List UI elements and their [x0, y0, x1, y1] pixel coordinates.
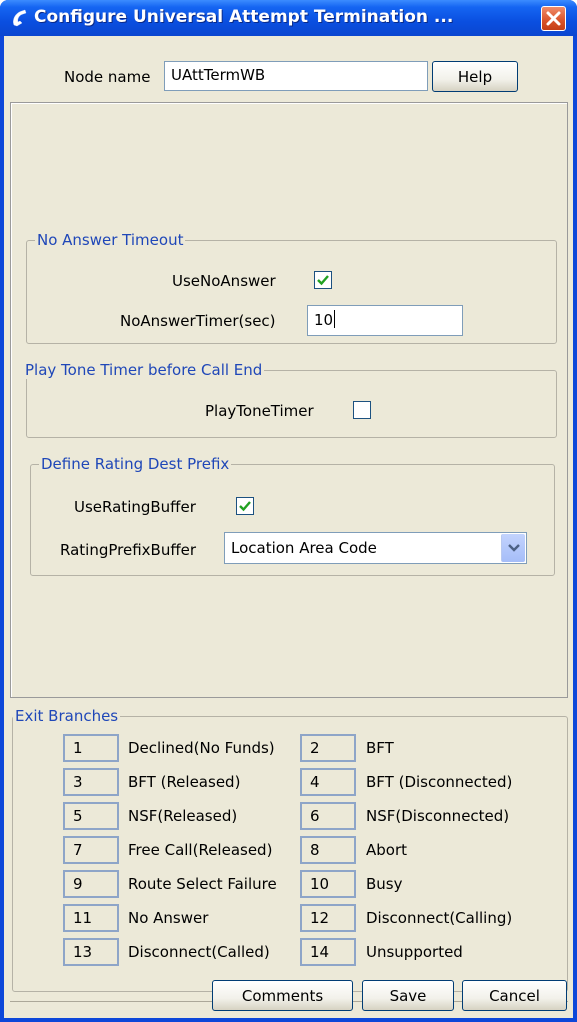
exit-branch-number: 7 [63, 836, 119, 864]
window-title: Configure Universal Attempt Termination … [34, 7, 454, 27]
exit-branch-label: Free Call(Released) [128, 841, 273, 859]
play-tone-group-title: Play Tone Timer before Call End [23, 361, 265, 379]
chevron-down-icon [508, 544, 520, 552]
checkmark-icon [317, 275, 329, 286]
exit-branch-label: Unsupported [366, 943, 463, 961]
exit-branch-label: Disconnect(Calling) [366, 909, 513, 927]
exit-branch-label: BFT [366, 739, 394, 757]
exit-branch-number: 14 [300, 938, 356, 966]
checkmark-icon [239, 501, 251, 512]
title-bar[interactable]: Configure Universal Attempt Termination … [0, 0, 577, 36]
cancel-button[interactable]: Cancel [462, 980, 567, 1011]
help-button[interactable]: Help [432, 61, 518, 92]
exit-branch-number: 10 [300, 870, 356, 898]
exit-branch-number: 2 [300, 734, 356, 762]
rating-prefix-selected: Location Area Code [231, 539, 377, 557]
exit-branch-label: Abort [366, 841, 408, 859]
comments-button[interactable]: Comments [212, 980, 353, 1011]
no-answer-group: No Answer Timeout [26, 231, 557, 344]
exit-branch-label: BFT (Disconnected) [366, 773, 513, 791]
exit-branch-number: 13 [63, 938, 119, 966]
use-no-answer-label: UseNoAnswer [172, 272, 276, 290]
exit-branch-label: BFT (Released) [128, 773, 241, 791]
phone-icon [13, 9, 27, 27]
rating-prefix-buffer-label: RatingPrefixBuffer [60, 541, 197, 559]
exit-branch-number: 9 [63, 870, 119, 898]
text-cursor [334, 310, 336, 328]
exit-branch-label: Route Select Failure [128, 875, 277, 893]
exit-branch-label: Busy [366, 875, 403, 893]
exit-branch-label: Disconnect(Called) [128, 943, 270, 961]
play-tone-timer-checkbox[interactable] [353, 401, 371, 419]
exit-branch-number: 11 [63, 904, 119, 932]
exit-branch-number: 8 [300, 836, 356, 864]
rating-prefix-select[interactable]: Location Area Code [224, 532, 527, 564]
no-answer-timer-label: NoAnswerTimer(sec) [120, 312, 276, 330]
play-tone-timer-label: PlayToneTimer [205, 402, 314, 420]
exit-branch-label: Declined(No Funds) [128, 739, 275, 757]
no-answer-group-title: No Answer Timeout [35, 231, 186, 249]
no-answer-timer-value: 10 [314, 311, 334, 329]
no-answer-timer-input[interactable]: 10 [307, 305, 463, 336]
exit-branch-number: 12 [300, 904, 356, 932]
use-no-answer-checkbox[interactable] [314, 271, 332, 289]
exit-branch-number: 1 [63, 734, 119, 762]
save-button[interactable]: Save [362, 980, 454, 1011]
use-rating-buffer-label: UseRatingBuffer [74, 498, 196, 516]
exit-branch-label: No Answer [128, 909, 209, 927]
use-rating-buffer-checkbox[interactable] [236, 497, 254, 515]
close-button[interactable] [541, 6, 566, 31]
exit-branch-number: 4 [300, 768, 356, 796]
rating-group-title: Define Rating Dest Prefix [39, 455, 232, 473]
node-name-field[interactable]: UAttTermWB [164, 61, 428, 91]
close-icon [546, 11, 561, 26]
exit-branch-number: 5 [63, 802, 119, 830]
node-name-label: Node name [64, 68, 151, 86]
exit-branch-label: NSF(Disconnected) [366, 807, 510, 825]
exit-branch-label: NSF(Released) [128, 807, 238, 825]
exit-branch-number: 6 [300, 802, 356, 830]
exit-branch-number: 3 [63, 768, 119, 796]
exit-branches-title: Exit Branches [13, 707, 121, 725]
dropdown-button[interactable] [501, 534, 525, 562]
